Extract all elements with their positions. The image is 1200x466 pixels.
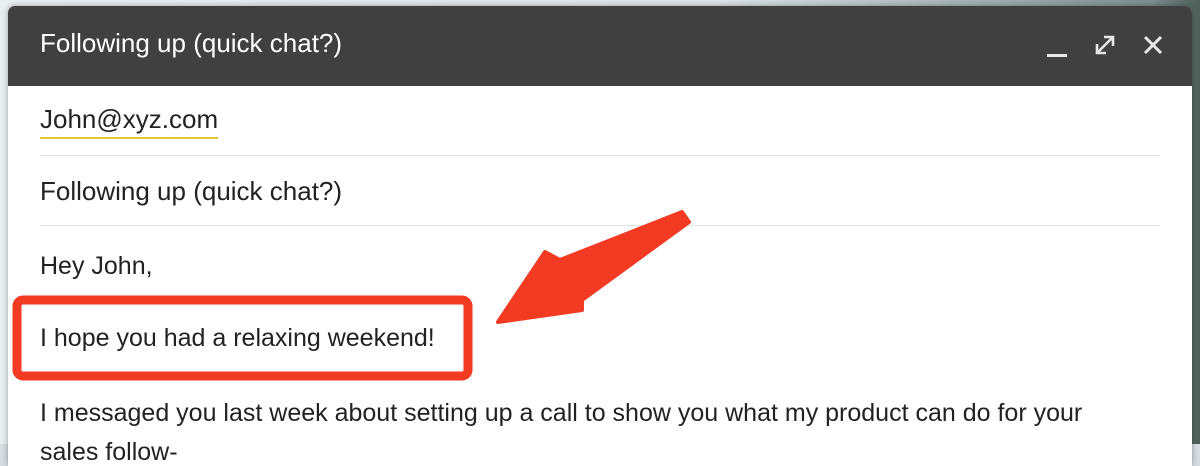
close-button[interactable] — [1138, 30, 1168, 60]
subject-field[interactable]: Following up (quick chat?) — [40, 176, 342, 207]
compose-title: Following up (quick chat?) — [40, 28, 343, 58]
minimize-button[interactable] — [1042, 30, 1072, 60]
body-paragraph-continuation[interactable]: sales follow- — [40, 438, 178, 466]
compose-window: Following up (quick chat?) John@xyz.com … — [8, 6, 1192, 466]
divider — [40, 225, 1160, 226]
body-greeting[interactable]: Hey John, — [40, 252, 153, 281]
close-icon — [1143, 35, 1163, 55]
body-paragraph[interactable]: I messaged you last week about setting u… — [40, 399, 1082, 428]
minimize-icon — [1047, 54, 1067, 57]
body-highlighted-line[interactable]: I hope you had a relaxing weekend! — [40, 324, 435, 353]
compose-titlebar[interactable]: Following up (quick chat?) — [8, 6, 1192, 86]
expand-icon — [1095, 35, 1115, 55]
expand-button[interactable] — [1090, 30, 1120, 60]
divider — [40, 155, 1160, 156]
recipient-field[interactable]: John@xyz.com — [40, 104, 219, 139]
